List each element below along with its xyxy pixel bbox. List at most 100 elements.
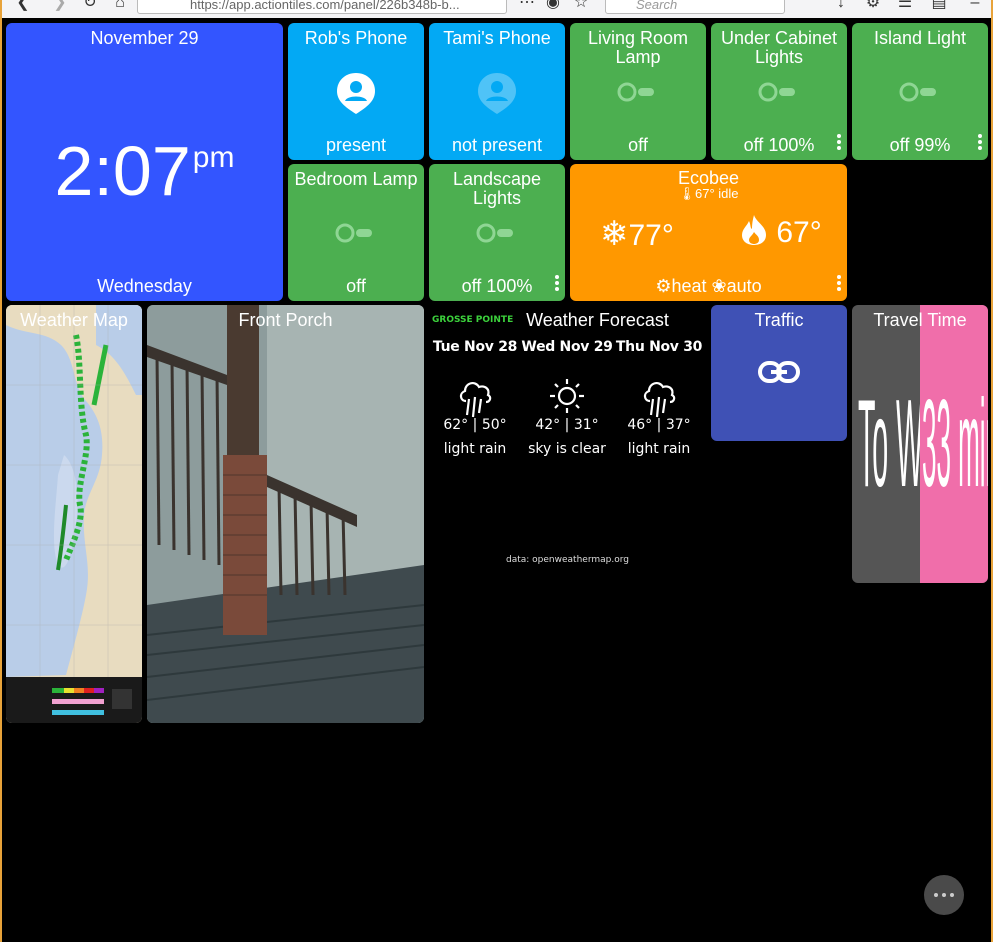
camera-snapshot-image bbox=[147, 305, 424, 723]
traffic-tile[interactable]: Traffic bbox=[711, 305, 847, 441]
ecobee-idle-status: 🌡67° idle bbox=[570, 186, 847, 202]
living-room-lamp-tile[interactable]: Living Room Lamp off bbox=[570, 23, 706, 160]
clock-time: 2:07pm bbox=[6, 118, 283, 211]
forecast-credit: data: openweathermap.org bbox=[506, 555, 629, 565]
under-cabinet-lights-tile[interactable]: Under Cabinet Lights off 100% bbox=[711, 23, 847, 160]
forecast-low: 31° bbox=[573, 417, 599, 433]
tile-title: Landscape Lights bbox=[452, 169, 542, 208]
tile-status: off bbox=[346, 276, 366, 296]
tile-status: not present bbox=[451, 135, 543, 155]
panel-menu-button[interactable] bbox=[924, 875, 964, 915]
clock-weekday: Wednesday bbox=[97, 276, 192, 296]
tile-title: Bedroom Lamp bbox=[294, 169, 418, 189]
person-away-icon bbox=[478, 73, 516, 114]
forecast-day-label: Wed Nov 29 bbox=[521, 339, 613, 355]
forward-icon[interactable]: ❯ bbox=[47, 0, 73, 14]
sun-icon bbox=[550, 379, 584, 413]
travel-minutes-box: 33 mins bbox=[920, 377, 988, 517]
flame-icon bbox=[740, 215, 776, 249]
search-input[interactable]: Search bbox=[605, 0, 785, 14]
fan-icon: ❀ bbox=[711, 276, 727, 296]
ecobee-fan[interactable]: auto bbox=[727, 276, 762, 296]
forecast-low: 50° bbox=[481, 417, 507, 433]
more-options-icon[interactable] bbox=[555, 275, 559, 293]
more-options-icon[interactable] bbox=[978, 134, 982, 152]
window-border-left bbox=[0, 18, 2, 942]
heat-setpoint[interactable]: 67° bbox=[740, 214, 822, 250]
forecast-condition: sky is clear bbox=[528, 441, 606, 457]
clock-date: November 29 bbox=[90, 28, 199, 48]
url-bar[interactable]: https://app.actiontiles.com/panel/226b34… bbox=[137, 0, 507, 14]
travel-destination: To Work bbox=[858, 377, 920, 515]
forecast-day: Thu Nov 30 46° | 37° light rain bbox=[613, 339, 705, 457]
forecast-day: Tue Nov 28 62° | 50° light rain bbox=[429, 339, 521, 457]
snowflake-icon: ❄ bbox=[600, 215, 629, 253]
sidebar-icon[interactable]: ▤ bbox=[926, 0, 952, 14]
toggle-off-icon bbox=[617, 82, 654, 102]
pocket-icon[interactable]: ◉ bbox=[540, 0, 566, 14]
rain-icon bbox=[459, 381, 492, 418]
toggle-off-icon bbox=[476, 223, 513, 243]
page-actions-icon[interactable]: ⋯ bbox=[514, 0, 540, 14]
reload-icon[interactable]: ↻ bbox=[77, 0, 103, 14]
tile-title: Traffic bbox=[754, 310, 804, 330]
library-icon[interactable]: ☰ bbox=[892, 0, 918, 14]
tile-status: off 100% bbox=[743, 135, 815, 155]
tamis-phone-tile[interactable]: Tami's Phone not present bbox=[429, 23, 565, 160]
robs-phone-tile[interactable]: Rob's Phone present bbox=[288, 23, 424, 160]
island-light-tile[interactable]: Island Light off 99% bbox=[852, 23, 988, 160]
tile-title: Rob's Phone bbox=[304, 28, 408, 48]
tile-status: off 100% bbox=[461, 276, 533, 296]
menu-icon[interactable]: – bbox=[962, 0, 988, 14]
tile-status: present bbox=[325, 135, 387, 155]
tile-title: Front Porch bbox=[238, 310, 333, 330]
weather-forecast-tile[interactable]: GROSSE POINTE Weather Forecast Tue Nov 2… bbox=[429, 305, 706, 583]
clock-ampm: pm bbox=[192, 141, 235, 174]
tile-title: Island Light bbox=[873, 28, 967, 48]
forecast-day: Wed Nov 29 42° | 31° sky is clear bbox=[521, 339, 613, 457]
tile-status: off bbox=[628, 135, 648, 155]
landscape-lights-tile[interactable]: Landscape Lights off 100% bbox=[429, 164, 565, 301]
toggle-off-icon bbox=[899, 82, 936, 102]
forecast-high: 42° bbox=[535, 417, 561, 433]
link-icon bbox=[758, 361, 800, 383]
clock-tile[interactable]: November 29 2:07pm Wednesday bbox=[6, 23, 283, 301]
forecast-temps: 42° | 31° bbox=[535, 417, 599, 433]
front-porch-camera-tile[interactable]: Front Porch bbox=[147, 305, 424, 723]
forecast-temps: 62° | 50° bbox=[443, 417, 507, 433]
radar-map-image bbox=[6, 305, 142, 723]
ecobee-modes: ⚙heat ❀auto bbox=[570, 276, 847, 297]
weather-map-tile[interactable]: Weather Map bbox=[6, 305, 142, 723]
forecast-condition: light rain bbox=[443, 441, 507, 457]
forecast-low: 37° bbox=[665, 417, 691, 433]
ecobee-mode[interactable]: heat bbox=[671, 276, 706, 296]
download-icon[interactable]: ↓ bbox=[828, 0, 854, 14]
extensions-icon[interactable]: ⚙ bbox=[860, 0, 886, 14]
travel-minutes: 33 mins bbox=[922, 377, 988, 515]
forecast-condition: light rain bbox=[627, 441, 691, 457]
bookmark-star-icon[interactable]: ☆ bbox=[568, 0, 594, 14]
forecast-day-label: Thu Nov 30 bbox=[615, 339, 703, 355]
back-icon[interactable]: ❮ bbox=[10, 0, 36, 14]
mode-gear-icon: ⚙ bbox=[655, 276, 672, 296]
tile-title: Living Room Lamp bbox=[587, 28, 689, 67]
cool-setpoint-value: 77° bbox=[628, 219, 674, 252]
toggle-off-icon bbox=[758, 82, 795, 102]
ecobee-thermostat-tile[interactable]: Ecobee 🌡67° idle ❄77° 67° ⚙heat ❀auto bbox=[570, 164, 847, 301]
thermometer-icon: 🌡 bbox=[678, 186, 695, 201]
forecast-high: 46° bbox=[627, 417, 653, 433]
more-options-icon[interactable] bbox=[837, 275, 841, 293]
bedroom-lamp-tile[interactable]: Bedroom Lamp off bbox=[288, 164, 424, 301]
tile-status: off 99% bbox=[889, 135, 951, 155]
rain-icon bbox=[643, 381, 676, 418]
travel-time-tile[interactable]: Travel Time To Work 33 mins bbox=[852, 305, 988, 583]
forecast-temps: 46° | 37° bbox=[627, 417, 691, 433]
tile-title: Tami's Phone bbox=[443, 28, 551, 48]
cool-setpoint[interactable]: ❄77° bbox=[600, 214, 674, 254]
travel-destination-box: To Work bbox=[852, 377, 920, 517]
more-options-icon[interactable] bbox=[837, 134, 841, 152]
home-icon[interactable]: ⌂ bbox=[107, 0, 133, 14]
browser-toolbar: ❮ ❯ ↻ ⌂ https://app.actiontiles.com/pane… bbox=[0, 0, 993, 18]
forecast-day-label: Tue Nov 28 bbox=[432, 339, 518, 355]
tile-title: Travel Time bbox=[873, 310, 967, 330]
